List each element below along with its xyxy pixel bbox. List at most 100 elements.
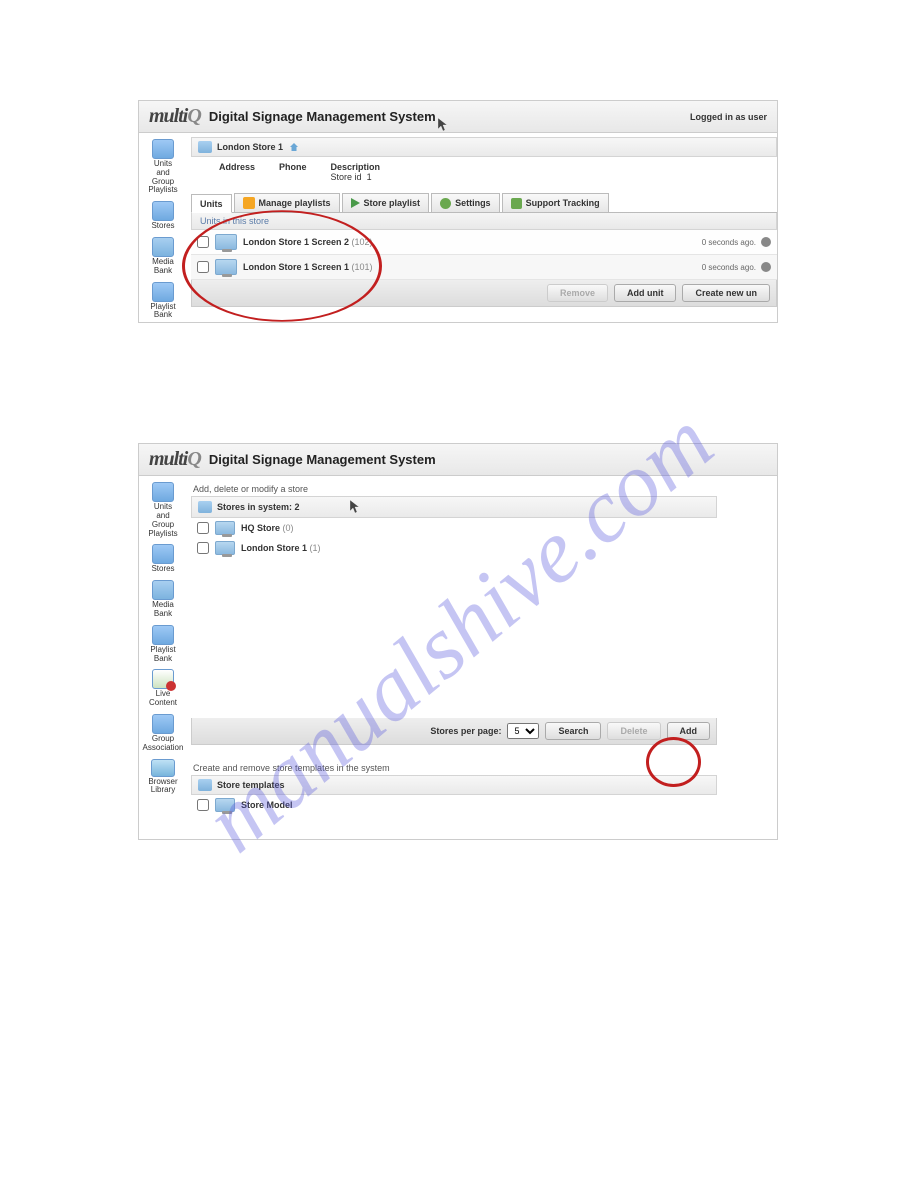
description-line-2: Create and remove store templates in the… [191,759,717,775]
sidebar-item-label: Playlist Bank [150,303,175,321]
content: Add, delete or modify a store Stores in … [187,476,777,839]
phone-label: Phone [279,162,307,172]
template-checkbox[interactable] [197,799,209,811]
monitor-icon [215,259,237,275]
sidebar-item-live[interactable]: Live Content [139,667,187,710]
sidebar-item-label: Units and Group Playlists [148,160,177,195]
store-name[interactable]: HQ Store (0) [241,523,294,533]
stores-icon [152,201,174,221]
header: multiQ Digital Signage Management System [139,444,777,476]
logo: multiQ [149,105,201,128]
templates-header-icon [198,779,212,791]
media-icon [152,580,174,600]
store-checkbox[interactable] [197,542,209,554]
add-button[interactable]: Add [667,722,711,740]
templates-header: Store templates [191,775,717,795]
stores-header: Stores in system: 2 [191,496,717,518]
tab-units[interactable]: Units [191,194,232,213]
sidebar: Units and Group Playlists Stores Media B… [139,133,187,322]
sidebar-item-playlist[interactable]: Playlist Bank [139,623,187,666]
track-icon [511,198,522,209]
store-icon [215,541,235,555]
browser-icon [151,759,175,777]
sidebar-item-stores[interactable]: Stores [139,542,187,576]
tab-manage-playlists[interactable]: Manage playlists [234,193,340,212]
template-icon [215,798,235,812]
sidebar-item-label: Live Content [149,690,177,708]
units-icon [152,482,174,502]
stores-per-page-select[interactable]: 5 [507,723,539,739]
sidebar-item-label: Units and Group Playlists [148,503,177,538]
stores-per-page-label: Stores per page: [430,726,501,736]
template-name[interactable]: Store Model [241,800,293,810]
tab-label: Support Tracking [526,198,600,208]
store-row: London Store 1 (1) [191,538,717,558]
stores-icon [152,544,174,564]
cursor-icon [438,118,448,132]
store-icon [215,521,235,535]
tab-store-playlist[interactable]: Store playlist [342,193,430,212]
sidebar-item-label: Stores [151,565,174,574]
sidebar-item-label: Media Bank [152,601,174,619]
description-label: Description [331,162,381,172]
create-new-unit-button[interactable]: Create new un [682,284,770,302]
stores-header-icon [198,501,212,513]
tab-label: Store playlist [364,198,421,208]
sidebar-item-units[interactable]: Units and Group Playlists [139,480,187,540]
manage-icon [243,197,255,209]
monitor-icon [215,234,237,250]
store-checkbox[interactable] [197,522,209,534]
unit-name[interactable]: London Store 1 Screen 1 (101) [243,262,373,272]
sidebar-item-media[interactable]: Media Bank [139,578,187,621]
sidebar-item-label: Media Bank [152,258,174,276]
sidebar: Units and Group Playlists Stores Media B… [139,476,187,839]
status-dot [761,237,771,247]
address-label: Address [219,162,255,172]
sidebar-item-stores[interactable]: Stores [139,199,187,233]
unit-row: London Store 1 Screen 1 (101) 0 seconds … [191,255,777,280]
gear-icon [440,198,451,209]
sidebar-item-playlist[interactable]: Playlist Bank [139,280,187,323]
tab-support-tracking[interactable]: Support Tracking [502,193,609,212]
sidebar-item-browser[interactable]: Browser Library [139,757,187,798]
storeid-value: 1 [367,172,372,182]
units-icon [152,139,174,159]
delete-button[interactable]: Delete [607,722,660,740]
unit-checkbox[interactable] [197,236,209,248]
panel-2: multiQ Digital Signage Management System… [138,443,778,840]
store-row: HQ Store (0) [191,518,717,538]
login-status: Logged in as user [690,112,767,122]
unit-name[interactable]: London Store 1 Screen 2 (102) [243,237,373,247]
logo: multiQ [149,448,201,471]
section-header: Units in this store [191,213,777,230]
remove-button[interactable]: Remove [547,284,608,302]
sidebar-item-label: Stores [151,222,174,231]
live-icon [152,669,174,689]
app-title: Digital Signage Management System [209,109,436,124]
sidebar-item-group-assoc[interactable]: Group Association [139,712,187,755]
tab-settings[interactable]: Settings [431,193,500,212]
template-row: Store Model [191,795,717,815]
unit-row: London Store 1 Screen 2 (102) 0 seconds … [191,230,777,255]
breadcrumb-text: London Store 1 [217,142,283,152]
group-icon [152,714,174,734]
store-name[interactable]: London Store 1 (1) [241,543,321,553]
add-unit-button[interactable]: Add unit [614,284,677,302]
media-icon [152,237,174,257]
sidebar-item-media[interactable]: Media Bank [139,235,187,278]
tab-label: Units [200,199,223,209]
home-icon[interactable] [289,142,299,152]
playlist-icon [152,282,174,302]
sidebar-item-units[interactable]: Units and Group Playlists [139,137,187,197]
description-line: Add, delete or modify a store [191,480,717,496]
search-button[interactable]: Search [545,722,601,740]
sidebar-item-label: Browser Library [148,778,177,796]
templates-header-text: Store templates [217,780,285,790]
status-dot [761,262,771,272]
unit-time: 0 seconds ago. [702,237,771,247]
info-row: Address Phone Description Store id 1 [191,157,777,187]
header: multiQ Digital Signage Management System… [139,101,777,133]
stores-controls: Stores per page: 5 Search Delete Add [191,718,717,745]
content: London Store 1 Address Phone Description… [187,133,777,322]
unit-checkbox[interactable] [197,261,209,273]
